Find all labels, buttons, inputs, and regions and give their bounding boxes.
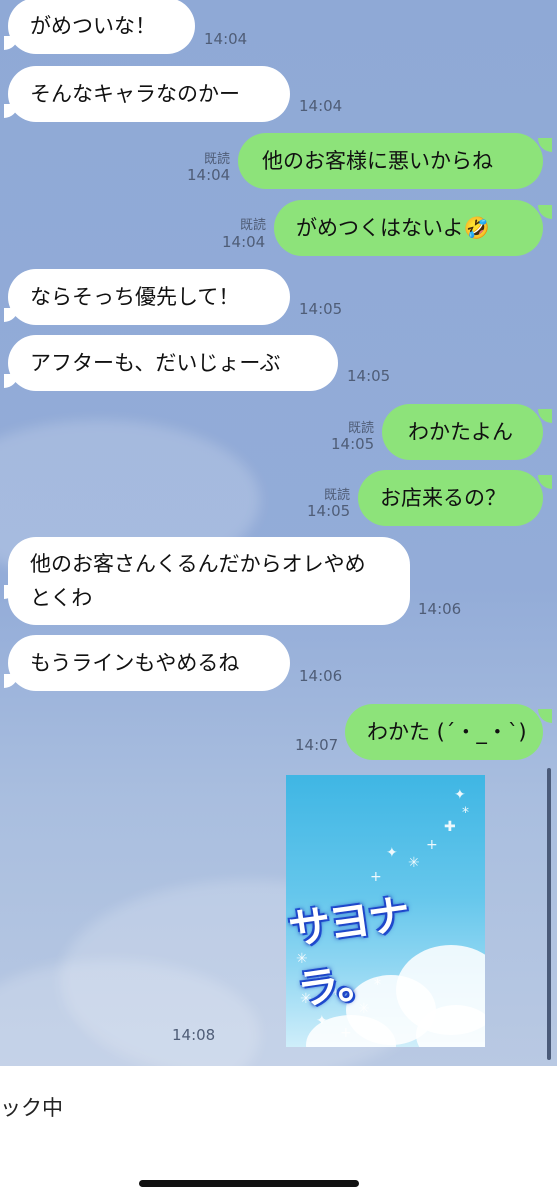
message-time: 14:04 [222, 233, 266, 251]
message-time: 14:06 [299, 667, 343, 685]
message-time: 14:04 [204, 30, 248, 48]
message-text: そんなキャラなのかー [30, 82, 240, 106]
message-bubble[interactable]: アフターも、だいじょーぶ [8, 335, 338, 391]
read-receipt: 既読 [203, 152, 230, 167]
message-time: 14:04 [187, 166, 231, 184]
message-text: お店来るの？ [380, 486, 506, 510]
chat-area[interactable]: がめついな！ 14:04 そんなキャラなのかー 14:04 既読 14:04 他… [0, 0, 557, 1066]
read-receipt: 既読 [239, 218, 266, 233]
read-receipt: 既読 [347, 421, 374, 436]
message-time: 14:05 [331, 435, 375, 453]
message-text: わかた (´・_・`) [367, 720, 527, 744]
message-text: がめつくはないよ🤣 [296, 216, 490, 240]
message-bubble[interactable]: 他のお客様に悪いからね [238, 133, 543, 189]
message-text: わかたよん [408, 420, 513, 444]
message-time: 14:07 [295, 736, 339, 754]
message-bubble[interactable]: もうラインもやめるね [8, 635, 290, 691]
status-text: ック中 [0, 1096, 63, 1120]
message-bubble[interactable]: 他のお客さんくるんだからオレやめとくわ [8, 537, 410, 625]
message-time: 14:05 [307, 502, 351, 520]
message-text: ならそっち優先して！ [30, 285, 240, 309]
message-bubble[interactable]: お店来るの？ [358, 470, 543, 526]
message-bubble[interactable]: わかたよん [382, 404, 543, 460]
message-bubble[interactable]: がめつくはないよ🤣 [274, 200, 543, 256]
message-text: 他のお客さんくるんだからオレやめとくわ [30, 552, 366, 610]
sticker-image[interactable]: ✦ * ✚ + ✳ ✦ + ✳ + ✳ * ✦ + ✳ * サヨナラ。 [286, 775, 485, 1047]
message-time: 14:04 [299, 97, 343, 115]
message-text: もうラインもやめるね [30, 651, 240, 675]
read-receipt: 既読 [323, 488, 350, 503]
message-text: アフターも、だいじょーぶ [30, 351, 281, 375]
message-time: 14:05 [299, 300, 343, 318]
message-text: がめついな！ [30, 14, 156, 38]
message-time: 14:08 [172, 1026, 216, 1044]
message-time: 14:05 [347, 367, 391, 385]
message-bubble[interactable]: がめついな！ [8, 0, 195, 54]
home-indicator[interactable] [139, 1180, 359, 1187]
message-bubble[interactable]: わかた (´・_・`) [345, 704, 543, 760]
message-time: 14:06 [418, 600, 462, 618]
scrollbar[interactable] [547, 768, 551, 1060]
message-text: 他のお客様に悪いからね [262, 149, 493, 173]
message-bubble[interactable]: そんなキャラなのかー [8, 66, 290, 122]
sticker-text: サヨナラ。 [286, 889, 412, 1015]
message-bubble[interactable]: ならそっち優先して！ [8, 269, 290, 325]
